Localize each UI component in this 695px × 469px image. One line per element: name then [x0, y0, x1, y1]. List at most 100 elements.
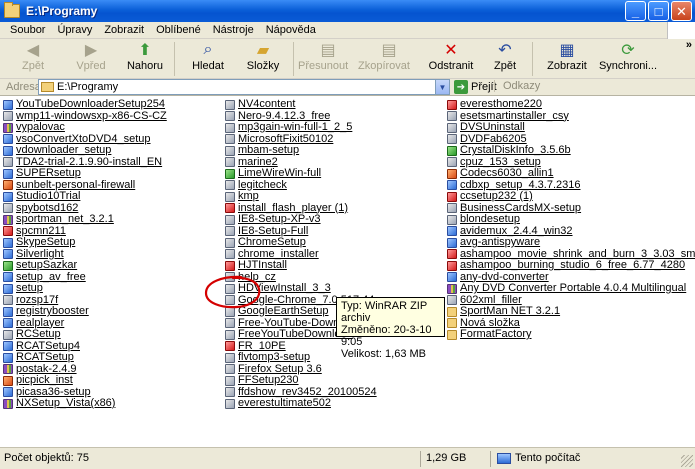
file-item[interactable]: kmp — [225, 190, 402, 203]
file-icon — [447, 168, 457, 179]
file-item[interactable]: ashampoo_burning_studio_6_free_6.77_4280 — [447, 259, 695, 272]
file-icon — [447, 111, 457, 122]
up-button[interactable]: ⬆ Nahoru — [120, 39, 170, 79]
file-item[interactable]: picpick_inst — [3, 374, 167, 387]
file-icon — [3, 214, 13, 225]
file-item[interactable]: LimeWireWin-full — [225, 167, 402, 180]
undo-label: Zpět — [493, 60, 516, 72]
file-name: blondesetup — [460, 213, 520, 225]
object-count: Počet objektů: 75 — [4, 452, 90, 464]
menu-favorites[interactable]: Oblíbené — [150, 24, 207, 36]
file-item[interactable]: HDViewInstall_3_3 — [225, 282, 402, 295]
menu-tools[interactable]: Nástroje — [207, 24, 260, 36]
undo-button[interactable]: ↶ Zpět — [482, 39, 528, 79]
file-item[interactable]: IE8-Setup-XP-v3 — [225, 213, 402, 226]
folder-icon — [4, 2, 20, 18]
resize-grip[interactable] — [681, 455, 693, 467]
search-button[interactable]: ⌕ Hledat — [179, 39, 237, 79]
file-item[interactable]: mp3gain-win-full-1_2_5 — [225, 121, 402, 134]
file-name: HDViewInstall_3_3 — [238, 282, 331, 294]
file-name: setupSazkar — [16, 259, 78, 271]
file-icon — [225, 214, 235, 225]
file-item[interactable]: RCATSetup — [3, 351, 167, 364]
file-item[interactable]: Any DVD Converter Portable 4.0.4 Multili… — [447, 282, 695, 295]
views-label: Zobrazit — [547, 60, 587, 72]
file-item[interactable]: ccsetup232 (1) — [447, 190, 695, 203]
file-item[interactable]: YouTubeDownloaderSetup254 — [3, 98, 167, 111]
file-item[interactable]: blondesetup — [447, 213, 695, 226]
file-item[interactable]: setup — [3, 282, 167, 295]
file-item[interactable]: vdownloader_setup — [3, 144, 167, 157]
file-item[interactable]: everesthome220 — [447, 98, 695, 111]
file-name: everesthome220 — [460, 98, 542, 110]
file-item[interactable]: everestultimate502 — [225, 397, 402, 410]
menu-edit[interactable]: Úpravy — [51, 24, 98, 36]
file-icon — [3, 318, 13, 329]
file-item[interactable]: FormatFactory — [447, 328, 695, 341]
file-icon — [225, 260, 235, 271]
file-item[interactable]: DVSUninstall — [447, 121, 695, 134]
file-icon — [3, 122, 13, 133]
file-icon — [3, 398, 13, 409]
sync-button[interactable]: ⟳ Synchroni... — [597, 39, 659, 79]
copy-to-button[interactable]: ▤ Zkopírovat ... — [358, 39, 420, 84]
menu-file[interactable]: Soubor — [4, 24, 51, 36]
address-input[interactable]: E:\Programy ▼ — [38, 79, 450, 95]
file-item[interactable]: HJTInstall — [225, 259, 402, 272]
file-icon — [3, 272, 13, 283]
zone-label: Tento počítač — [515, 452, 581, 464]
forward-button[interactable]: ▶ Vpřed — [62, 39, 120, 79]
file-name: YouTubeDownloaderSetup254 — [16, 98, 166, 110]
file-name: ccsetup232 (1) — [460, 190, 533, 202]
close-button[interactable]: ✕ — [671, 1, 692, 21]
file-icon — [3, 352, 13, 363]
file-item[interactable]: SportMan NET 3.2.1 — [447, 305, 695, 318]
minimize-button[interactable]: _ — [625, 1, 646, 21]
file-item[interactable]: mbam-setup — [225, 144, 402, 157]
file-icon — [225, 375, 235, 386]
file-icon — [447, 272, 457, 283]
maximize-button[interactable]: □ — [648, 1, 669, 21]
toolbar-more-chevron-icon[interactable]: » — [686, 39, 692, 51]
file-name: HJTInstall — [238, 259, 287, 271]
file-icon — [447, 191, 457, 202]
links-toolbar[interactable]: Odkazy — [494, 80, 540, 92]
file-item[interactable]: Codecs6030_allin1 — [447, 167, 695, 180]
file-item[interactable]: SkypeSetup — [3, 236, 167, 249]
menu-view[interactable]: Zobrazit — [98, 24, 150, 36]
file-icon — [225, 122, 235, 133]
file-icon — [3, 341, 13, 352]
chevron-down-icon[interactable]: ▼ — [435, 80, 449, 94]
file-item[interactable]: ChromeSetup — [225, 236, 402, 249]
file-item[interactable]: avg-antispyware — [447, 236, 695, 249]
file-name: ashampoo_burning_studio_6_free_6.77_4280 — [460, 259, 686, 271]
file-item[interactable]: Studio10Trial — [3, 190, 167, 203]
status-divider — [420, 451, 421, 467]
file-list[interactable]: YouTubeDownloaderSetup254 wmp11-windowsxp… — [0, 97, 695, 447]
title-bar[interactable]: E:\Programy _ □ ✕ — [0, 0, 695, 22]
file-name: DVSUninstall — [460, 121, 525, 133]
menu-help[interactable]: Nápověda — [260, 24, 322, 36]
file-item[interactable]: registrybooster — [3, 305, 167, 318]
file-item[interactable]: NV4content — [225, 98, 402, 111]
back-button[interactable]: ◀ Zpět — [4, 39, 62, 79]
file-item[interactable]: vypalovac — [3, 121, 167, 134]
go-button[interactable]: ➔ Přejít — [454, 80, 497, 94]
file-icon — [225, 387, 235, 398]
file-item[interactable]: RCSetup — [3, 328, 167, 341]
file-name: Codecs6030_allin1 — [460, 167, 554, 179]
file-item[interactable]: NXSetup_Vista(x86) — [3, 397, 167, 410]
delete-button[interactable]: ✕ Odstranit — [420, 39, 482, 79]
file-item[interactable]: sportman_net_3.2.1 — [3, 213, 167, 226]
file-item[interactable]: FFSetup230 — [225, 374, 402, 387]
file-name: RCSetup — [16, 328, 61, 340]
views-button[interactable]: ▦ Zobrazit — [537, 39, 597, 79]
file-item[interactable]: SUPERsetup — [3, 167, 167, 180]
file-item[interactable]: setupSazkar — [3, 259, 167, 272]
file-icon — [225, 329, 235, 340]
file-item[interactable]: CrystalDiskInfo_3.5.6b — [447, 144, 695, 157]
file-name: mp3gain-win-full-1_2_5 — [238, 121, 353, 133]
move-to-button[interactable]: ▤ Přesunout ... — [298, 39, 358, 84]
file-name: Studio10Trial — [16, 190, 81, 202]
folders-button[interactable]: ▰ Složky — [237, 39, 289, 79]
